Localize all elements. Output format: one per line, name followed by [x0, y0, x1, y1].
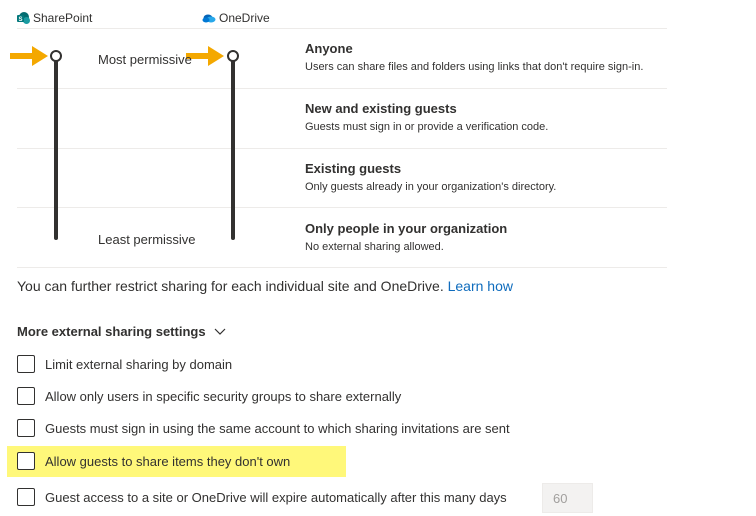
onedrive-slider-track[interactable]	[231, 58, 235, 240]
least-permissive-label: Least permissive	[98, 232, 196, 247]
level-title: Existing guests	[305, 161, 402, 176]
level-only-organization[interactable]: Only people in your organization No exte…	[305, 221, 685, 254]
level-anyone[interactable]: Anyone Users can share files and folders…	[305, 41, 685, 74]
onedrive-logo-icon	[202, 13, 216, 23]
checkbox-guests-share-items[interactable]: Allow guests to share items they don't o…	[17, 450, 290, 472]
row-divider	[17, 88, 667, 89]
level-description: Guests must sign in or provide a verific…	[305, 121, 549, 133]
svg-text:S: S	[18, 17, 22, 23]
arrow-icon	[8, 44, 50, 73]
onedrive-header: OneDrive	[202, 11, 270, 25]
level-title: Only people in your organization	[305, 221, 508, 236]
level-existing-guests[interactable]: Existing guests Only guests already in y…	[305, 161, 685, 194]
checkbox-limit-by-domain[interactable]: Limit external sharing by domain	[17, 353, 232, 375]
row-divider	[17, 148, 667, 149]
checkbox-label: Limit external sharing by domain	[45, 356, 233, 372]
level-new-and-existing-guests[interactable]: New and existing guests Guests must sign…	[305, 101, 685, 134]
restrict-note-text: You can further restrict sharing for eac…	[17, 278, 448, 294]
sharepoint-slider-track[interactable]	[54, 58, 58, 240]
learn-how-link[interactable]: Learn how	[448, 278, 513, 294]
most-permissive-label: Most permissive	[98, 52, 192, 67]
checkbox[interactable]	[17, 355, 35, 373]
sharepoint-label: SharePoint	[33, 11, 93, 25]
checkbox-label: Guest access to a site or OneDrive will …	[45, 489, 507, 505]
checkbox[interactable]	[17, 387, 35, 405]
checkbox-guest-expire[interactable]: Guest access to a site or OneDrive will …	[17, 486, 507, 508]
row-divider	[17, 267, 667, 268]
row-divider	[17, 207, 667, 208]
expire-days-input[interactable]: 60	[542, 483, 593, 513]
level-title: Anyone	[305, 41, 353, 56]
more-settings-toggle[interactable]: More external sharing settings	[17, 324, 226, 339]
checkbox-same-account[interactable]: Guests must sign in using the same accou…	[17, 417, 510, 439]
onedrive-label: OneDrive	[219, 11, 270, 25]
sharepoint-slider-thumb[interactable]	[50, 50, 62, 62]
level-description: Users can share files and folders using …	[305, 61, 644, 73]
checkbox-label: Allow only users in specific security gr…	[45, 388, 402, 404]
checkbox-label: Guests must sign in using the same accou…	[45, 420, 510, 436]
restrict-note: You can further restrict sharing for eac…	[17, 278, 513, 294]
checkbox-security-groups[interactable]: Allow only users in specific security gr…	[17, 385, 401, 407]
checkbox[interactable]	[17, 419, 35, 437]
checkbox-label: Allow guests to share items they don't o…	[45, 453, 291, 469]
row-divider	[17, 28, 667, 29]
level-description: No external sharing allowed.	[305, 241, 444, 253]
sharepoint-header: S SharePoint	[17, 11, 92, 25]
more-settings-label: More external sharing settings	[17, 324, 206, 339]
sharepoint-logo-icon: S	[17, 11, 30, 25]
checkbox[interactable]	[17, 488, 35, 506]
onedrive-slider-thumb[interactable]	[227, 50, 239, 62]
checkbox[interactable]	[17, 452, 35, 470]
level-description: Only guests already in your organization…	[305, 181, 557, 193]
chevron-down-icon	[214, 328, 226, 336]
level-title: New and existing guests	[305, 101, 457, 116]
